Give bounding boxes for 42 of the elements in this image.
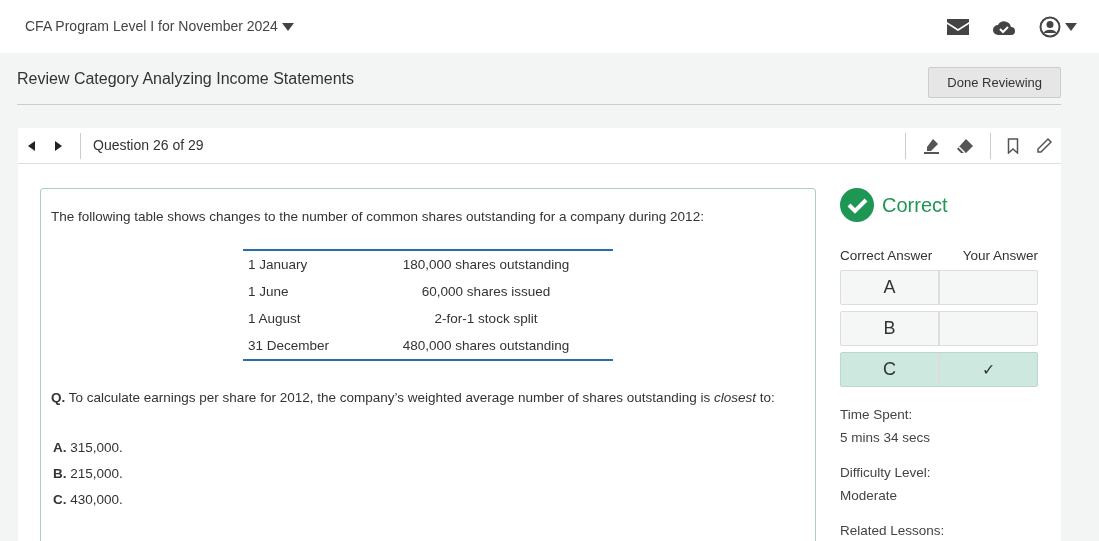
caret-icon [1065, 22, 1077, 31]
table-cell-text: 1 August [247, 309, 302, 328]
answer-letter: C [882, 358, 897, 382]
answer-letter: A [882, 276, 897, 300]
cloud-check-icon[interactable] [993, 18, 1015, 35]
table-cell-text: 31 December [247, 336, 331, 355]
caret-icon [281, 22, 294, 31]
question-intro: The following table shows changes to the number of common shares outstanding for a company during 2012: [51, 208, 705, 226]
user-icon [1039, 15, 1061, 38]
detail-value: 5 mins 34 secs [840, 429, 932, 448]
table-cell-text: 1 January [247, 255, 309, 274]
detail-label: Time Spent: [840, 406, 914, 425]
table-cell-text: 2-for-1 stock split [433, 309, 539, 328]
account-menu[interactable] [1039, 15, 1077, 38]
page-title: Review Category Analyzing Income Statements [17, 68, 355, 89]
check-mark: ✓ [982, 359, 995, 380]
table-cell-text: 60,000 shares issued [420, 282, 552, 301]
question-stem: Q. To calculate earnings per share for 2012, the company’s weighted average number of shares outstanding is closest to: [51, 389, 776, 408]
mail-icon[interactable] [947, 18, 969, 35]
column-heading: Your Answer [962, 247, 1038, 265]
answer-option: C. 430,000. [51, 487, 805, 514]
pencil-icon[interactable] [1035, 136, 1053, 155]
detail-label: Difficulty Level: [840, 464, 932, 483]
done-reviewing-button[interactable]: Done Reviewing [928, 66, 1061, 99]
left-triangle-icon [28, 141, 35, 152]
column-heading: Correct Answer [840, 247, 933, 265]
bookmark-icon[interactable] [1007, 137, 1019, 154]
detail-value: Moderate [840, 487, 899, 506]
table-cell-text: 1 June [247, 282, 290, 301]
answer-letter: B [882, 317, 897, 341]
answer-option: A. 315,000. [51, 435, 805, 462]
question-counter: Question 26 of 29 [93, 136, 204, 155]
check-circle-icon [840, 188, 874, 222]
answer-option: B. 215,000. [51, 461, 805, 488]
program-dropdown[interactable]: CFA Program Level I for November 2024 [25, 16, 294, 37]
table-cell-text: 480,000 shares outstanding [401, 336, 571, 355]
detail-label: Related Lessons: [840, 522, 946, 541]
eraser-icon[interactable] [956, 137, 974, 154]
result-status: Correct [882, 193, 948, 218]
highlighter-icon[interactable] [922, 137, 940, 154]
table-cell-text: 180,000 shares outstanding [401, 255, 571, 274]
right-triangle-icon [55, 141, 62, 152]
